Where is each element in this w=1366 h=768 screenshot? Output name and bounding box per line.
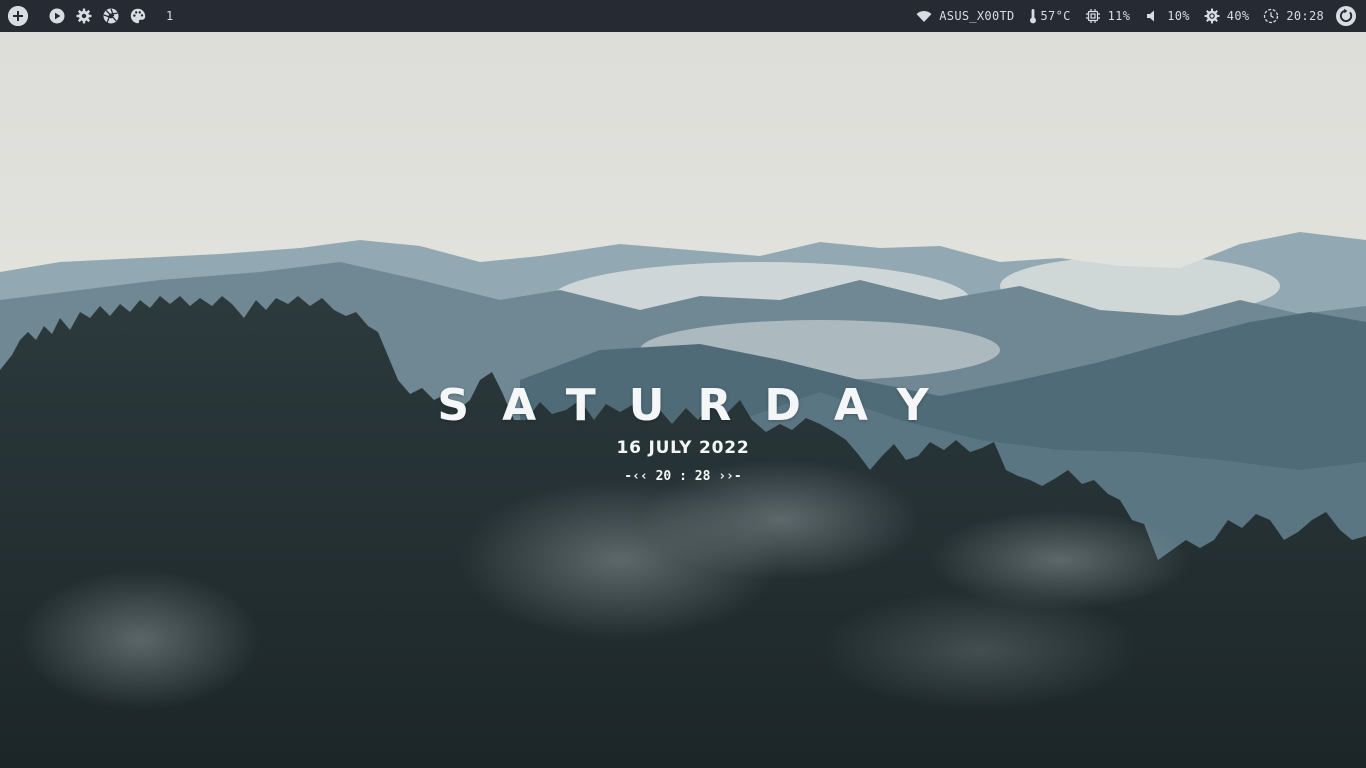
screenshot-button[interactable] xyxy=(103,8,119,24)
play-circle-icon xyxy=(49,8,65,24)
cpu-icon xyxy=(1085,9,1100,23)
cpu-label: 11% xyxy=(1107,9,1131,23)
app-launcher-button[interactable] xyxy=(8,6,28,26)
clock-label: 20:28 xyxy=(1286,9,1324,23)
clock-status[interactable]: 20:28 xyxy=(1263,8,1324,24)
palette-icon xyxy=(130,8,146,24)
temperature-label: 57°C xyxy=(1040,9,1071,23)
speaker-icon xyxy=(1147,10,1155,22)
aperture-icon xyxy=(103,8,119,24)
date-label: 16 JULY 2022 xyxy=(616,438,750,458)
top-panel: 1 ASUS_X00TD 57°C 11% 10% 40% 20:28 xyxy=(0,0,1366,32)
time-label: -‹‹ 20 : 28 ››- xyxy=(624,469,742,484)
theme-button[interactable] xyxy=(130,8,146,24)
volume-label: 10% xyxy=(1167,9,1190,23)
brightness-label: 40% xyxy=(1226,9,1250,23)
power-icon xyxy=(1336,6,1356,26)
cpu-status: 11% xyxy=(1085,8,1131,24)
brightness-status[interactable]: 40% xyxy=(1204,8,1250,24)
volume-status[interactable]: 10% xyxy=(1144,8,1190,24)
power-button[interactable] xyxy=(1336,6,1356,26)
clock-icon xyxy=(1264,8,1279,24)
thermometer-icon xyxy=(1029,9,1036,24)
settings-button[interactable] xyxy=(76,8,92,24)
temperature-status: 57°C xyxy=(1029,8,1071,24)
desktop: 1 ASUS_X00TD 57°C 11% 10% 40% 20:28 SATU… xyxy=(0,0,1366,768)
wifi-label: ASUS_X00TD xyxy=(939,9,1015,23)
wifi-status[interactable]: ASUS_X00TD xyxy=(916,8,1014,24)
panel-right-section: ASUS_X00TD 57°C 11% 10% 40% 20:28 xyxy=(902,0,1356,32)
brightness-icon xyxy=(1204,8,1220,24)
workspace-indicator[interactable]: 1 xyxy=(166,9,174,23)
plus-circle-icon xyxy=(8,6,28,26)
media-player-button[interactable] xyxy=(49,8,65,24)
panel-left-section: 1 xyxy=(8,0,174,32)
wifi-icon xyxy=(916,11,932,22)
datetime-widget: SATURDAY 16 JULY 2022 -‹‹ 20 : 28 ››- xyxy=(383,380,983,486)
weekday-label: SATURDAY xyxy=(437,380,962,431)
gear-icon xyxy=(76,8,92,24)
